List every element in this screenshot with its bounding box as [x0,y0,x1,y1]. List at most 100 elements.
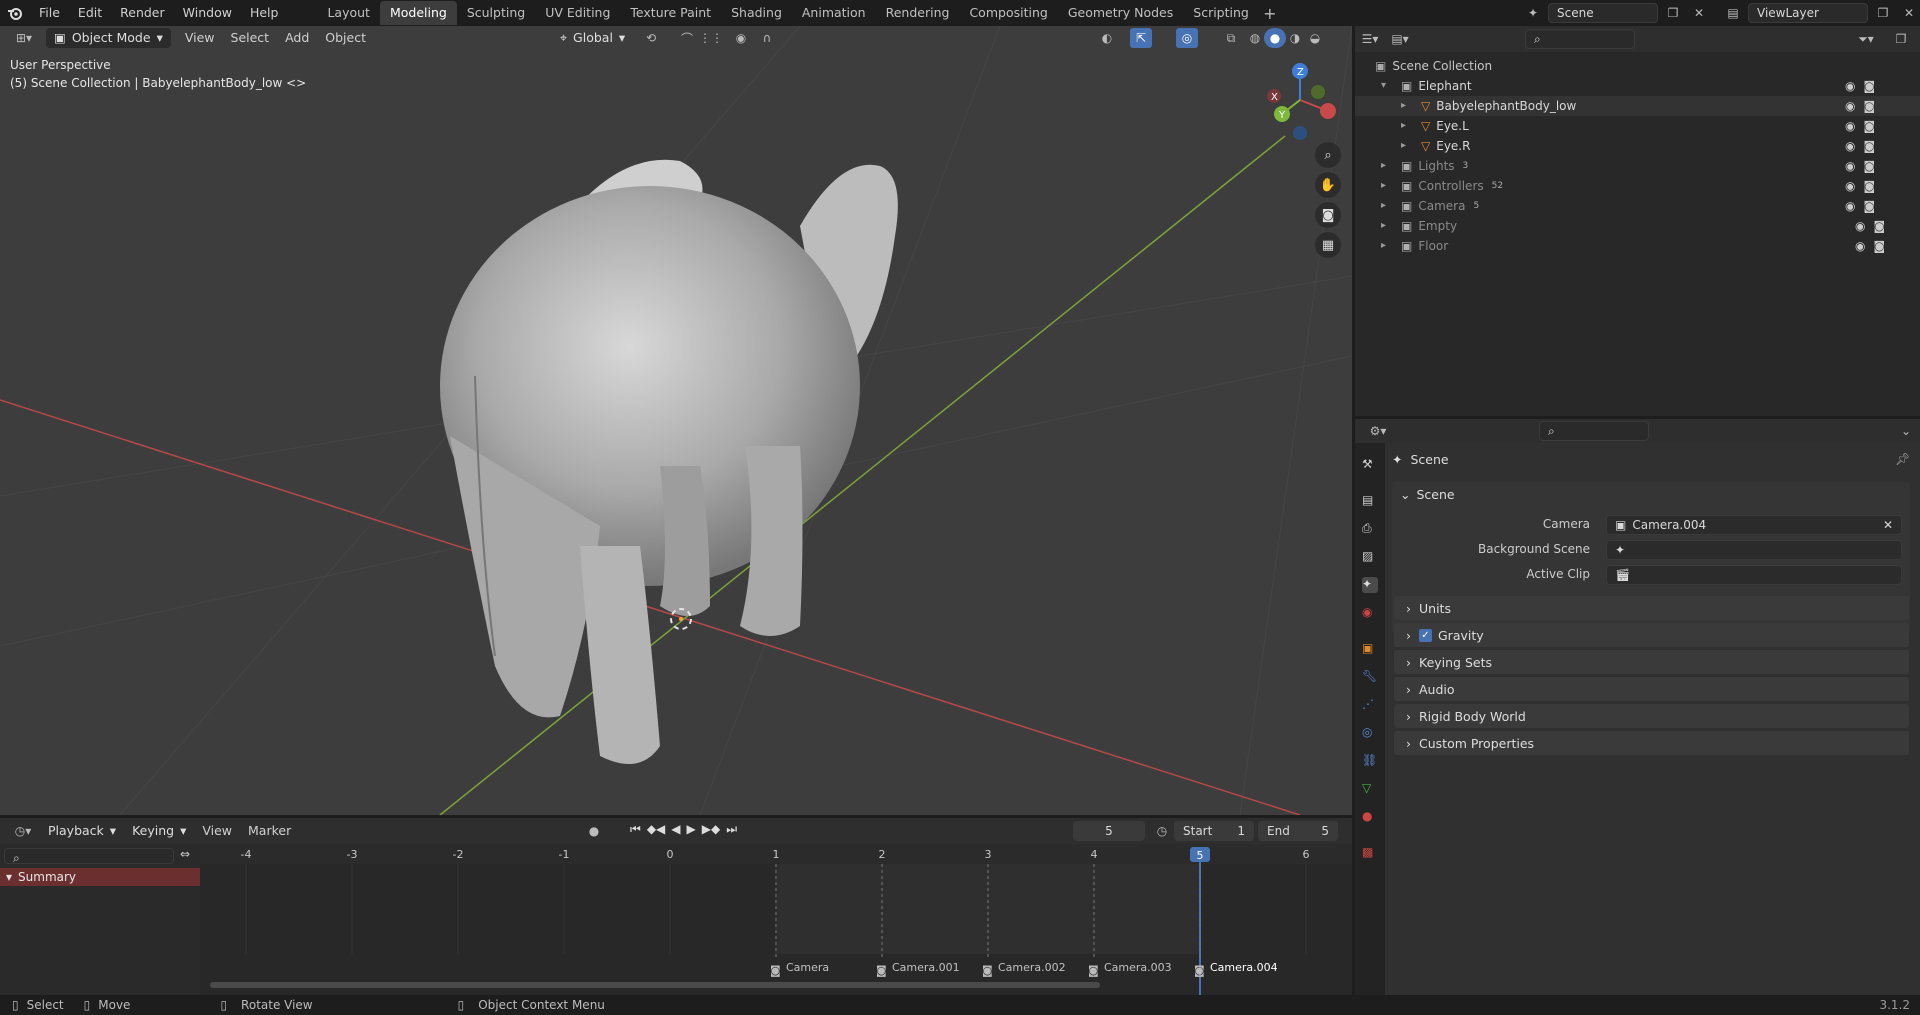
subpanel-audio[interactable]: › Audio [1394,677,1909,701]
prev-keyframe-icon[interactable]: ◆◀ [647,822,665,837]
tab-geometry-nodes[interactable]: Geometry Nodes [1058,1,1183,25]
tab-animation[interactable]: Animation [792,1,876,25]
chevron-right-icon[interactable]: ▸ [1401,136,1415,156]
outliner-row-empty[interactable]: ▸ ▣ Empty ◉ ◙ [1355,216,1920,236]
tab-shading[interactable]: Shading [721,1,792,25]
zoom-icon[interactable]: ⌕ [1315,142,1341,168]
chevron-right-icon[interactable]: ▸ [1381,196,1395,216]
xray-toggle-icon[interactable]: ⧉ [1220,28,1242,48]
new-collection-icon[interactable]: ❐ [1890,29,1912,49]
next-keyframe-icon[interactable]: ▶◆ [702,822,720,837]
object-mode-dropdown[interactable]: ▣ Object Mode ▾ [46,28,171,48]
jump-end-icon[interactable]: ⏭ [726,822,737,837]
viewport-menu-view[interactable]: View [177,28,223,48]
render-visibility-icon[interactable]: ◙ [1863,76,1875,96]
outliner-row-babyelephantbody-low[interactable]: ▸ ▽ BabyelephantBody_low ◉ ◙ [1355,96,1920,116]
properties-options-icon[interactable]: ⌄ [1895,421,1917,441]
scene-tab-icon[interactable]: ✦ [1362,577,1378,593]
tab-layout[interactable]: Layout [317,1,380,25]
material-tab-icon[interactable]: ● [1362,809,1378,825]
perspective-toggle-icon[interactable]: ▦ [1315,232,1341,258]
marker-label[interactable]: Camera.004 [1210,961,1278,974]
view-layer-icon[interactable]: ▤ [1722,3,1744,23]
marker-label[interactable]: Camera.003 [1104,961,1172,974]
chevron-right-icon[interactable]: ▸ [1381,156,1395,176]
eye-icon[interactable]: ◉ [1845,176,1855,196]
3d-viewport[interactable]: ⊞▾ ▣ Object Mode ▾ View Select Add Objec… [0,26,1352,815]
render-visibility-icon[interactable]: ◙ [1863,156,1875,176]
render-visibility-icon[interactable]: ◙ [1863,196,1875,216]
properties-editor-type-icon[interactable]: ⚙▾ [1363,421,1393,441]
camera-view-icon[interactable]: ◙ [1315,202,1341,228]
subpanel-rigid-body-world[interactable]: › Rigid Body World [1394,704,1909,728]
display-mode-icon[interactable]: ▤▾ [1385,29,1415,49]
constraints-tab-icon[interactable]: ⛓︎ [1362,753,1378,769]
auto-keying-icon[interactable]: ● [583,821,605,841]
timeline-keying-menu[interactable]: Keying ▾ [124,821,194,841]
chevron-right-icon[interactable]: ▸ [1381,176,1395,196]
outliner-row-lights[interactable]: ▸ ▣ Lights 3 ◉ ◙ [1355,156,1920,176]
navigation-gizmo[interactable]: Z Y X [1260,56,1340,146]
subpanel-units[interactable]: › Units [1394,596,1909,620]
view-layer-selector[interactable]: ViewLayer [1748,3,1868,23]
play-reverse-icon[interactable]: ◀ [671,822,680,837]
menu-file[interactable]: File [30,0,69,26]
timeline-editor-type-icon[interactable]: ◷▾ [6,821,40,841]
outliner-row-eye-l[interactable]: ▸ ▽ Eye.L ◉ ◙ [1355,116,1920,136]
view-layer-tab-icon[interactable]: ▨ [1362,549,1378,565]
eye-icon[interactable]: ◉ [1845,196,1855,216]
jump-start-icon[interactable]: ⏮ [630,822,641,837]
tab-compositing[interactable]: Compositing [959,1,1057,25]
pin-icon[interactable]: 📌︎ [1895,452,1910,466]
chevron-right-icon[interactable]: ▸ [1381,216,1395,236]
subpanel-gravity[interactable]: › ✓ Gravity [1394,623,1909,647]
timeline-marker-menu[interactable]: Marker [240,821,299,841]
outliner-root-row[interactable]: ▣ Scene Collection [1355,56,1920,76]
tab-rendering[interactable]: Rendering [876,1,960,25]
add-workspace-icon[interactable]: + [1259,3,1281,23]
camera-marker-icon[interactable]: ◙ [982,964,993,977]
pan-hand-icon[interactable]: ✋ [1315,172,1341,198]
render-tab-icon[interactable]: ▤ [1362,493,1378,509]
outliner-search-input[interactable]: ⌕ [1525,29,1635,49]
marker-label[interactable]: Camera.001 [892,961,960,974]
outliner-row-floor[interactable]: ▸ ▣ Floor ◉ ◙ [1355,236,1920,256]
channel-search-input[interactable]: ⌕ [4,848,174,865]
elephant-model[interactable] [440,159,898,764]
preview-range-icon[interactable]: ◷ [1151,821,1173,841]
gravity-checkbox[interactable]: ✓ [1419,628,1432,642]
snap-icon[interactable]: ⌒ [676,28,698,48]
render-visibility-icon[interactable]: ◙ [1863,176,1875,196]
camera-marker-icon[interactable]: ◙ [770,964,781,977]
viewport-menu-add[interactable]: Add [277,28,317,48]
eye-icon[interactable]: ◉ [1845,96,1855,116]
camera-marker-icon[interactable]: ◙ [1194,964,1205,977]
scene-panel-header[interactable]: ⌄ Scene [1400,487,1455,502]
world-tab-icon[interactable]: ◉ [1362,605,1378,621]
render-visibility-icon[interactable]: ◙ [1863,136,1875,156]
scene-icon[interactable]: ✦ [1522,3,1544,23]
chevron-right-icon[interactable]: ▸ [1401,96,1415,116]
tab-uv-editing[interactable]: UV Editing [535,1,620,25]
marker-label[interactable]: Camera.002 [998,961,1066,974]
filter-icon[interactable]: ⏷▾ [1855,29,1877,49]
camera-marker-icon[interactable]: ◙ [1088,964,1099,977]
pivot-icon[interactable]: ⟲ [640,28,662,48]
editor-type-icon[interactable]: ⊞▾ [6,28,42,48]
render-visibility-icon[interactable]: ◙ [1873,216,1885,236]
timeline-scrollbar[interactable] [210,982,1100,988]
outliner-row-camera[interactable]: ▸ ▣ Camera 5 ◉ ◙ [1355,196,1920,216]
eye-icon[interactable]: ◉ [1845,116,1855,136]
texture-tab-icon[interactable]: ▩ [1362,845,1378,861]
particles-tab-icon[interactable]: ⋰ [1362,697,1378,713]
subpanel-custom-properties[interactable]: › Custom Properties [1394,731,1909,755]
eye-icon[interactable]: ◉ [1845,156,1855,176]
physics-tab-icon[interactable]: ◎ [1362,725,1378,741]
subpanel-keying-sets[interactable]: › Keying Sets [1394,650,1909,674]
marker-label[interactable]: Camera [786,961,829,974]
tab-texture-paint[interactable]: Texture Paint [620,1,721,25]
render-visibility-icon[interactable]: ◙ [1863,116,1875,136]
transform-orientation-dropdown[interactable]: ⌖ Global ▾ [552,28,633,48]
new-view-layer-icon[interactable]: ❐ [1872,3,1894,23]
chevron-right-icon[interactable]: ▸ [1381,236,1395,256]
